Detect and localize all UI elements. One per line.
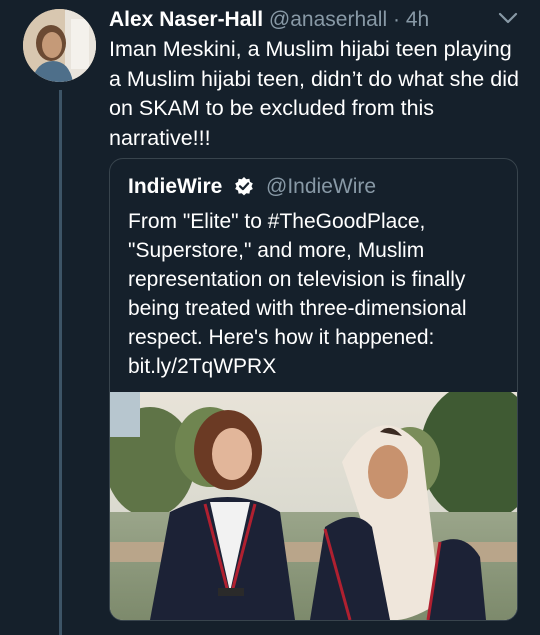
quoted-tweet-card[interactable]: IndieWire @IndieWire From "Elite" to #Th… <box>109 158 518 621</box>
quoted-tweet-image[interactable] <box>110 392 517 620</box>
quoted-tweet-text: From "Elite" to #TheGoodPlace, "Supersto… <box>128 207 508 381</box>
author-name[interactable]: Alex Naser-Hall <box>109 8 263 31</box>
separator-dot: · <box>392 8 400 31</box>
thread-connector-line <box>59 90 62 635</box>
chevron-down-icon[interactable] <box>498 11 518 25</box>
quoted-author-name[interactable]: IndieWire <box>128 175 222 198</box>
tweet-time[interactable]: 4h <box>406 8 429 31</box>
quoted-text-line: "Superstore," and more, Muslim <box>128 239 425 262</box>
tweet-header: Alex Naser-Hall @anaserhall · 4h <box>109 7 520 35</box>
avatar[interactable] <box>23 9 96 82</box>
quoted-text-line: From "Elite" to #TheGoodPlace, <box>128 210 426 233</box>
tweet-text: Iman Meskini, a Muslim hijabi teen playi… <box>109 37 519 150</box>
quoted-text-line: being treated with three-dimensional <box>128 297 467 320</box>
quoted-text-line: respect. Here's how it happened: <box>128 326 435 349</box>
author-handle[interactable]: @anaserhall <box>269 8 387 31</box>
quoted-author-handle[interactable]: @IndieWire <box>266 175 376 198</box>
verified-badge-icon <box>234 176 254 196</box>
avatar-image <box>23 9 96 82</box>
quoted-tweet-header: IndieWire @IndieWire <box>128 174 376 200</box>
quoted-text-line: representation on television is finally <box>128 268 466 291</box>
quoted-text-link[interactable]: bit.ly/2TqWPRX <box>128 352 508 381</box>
